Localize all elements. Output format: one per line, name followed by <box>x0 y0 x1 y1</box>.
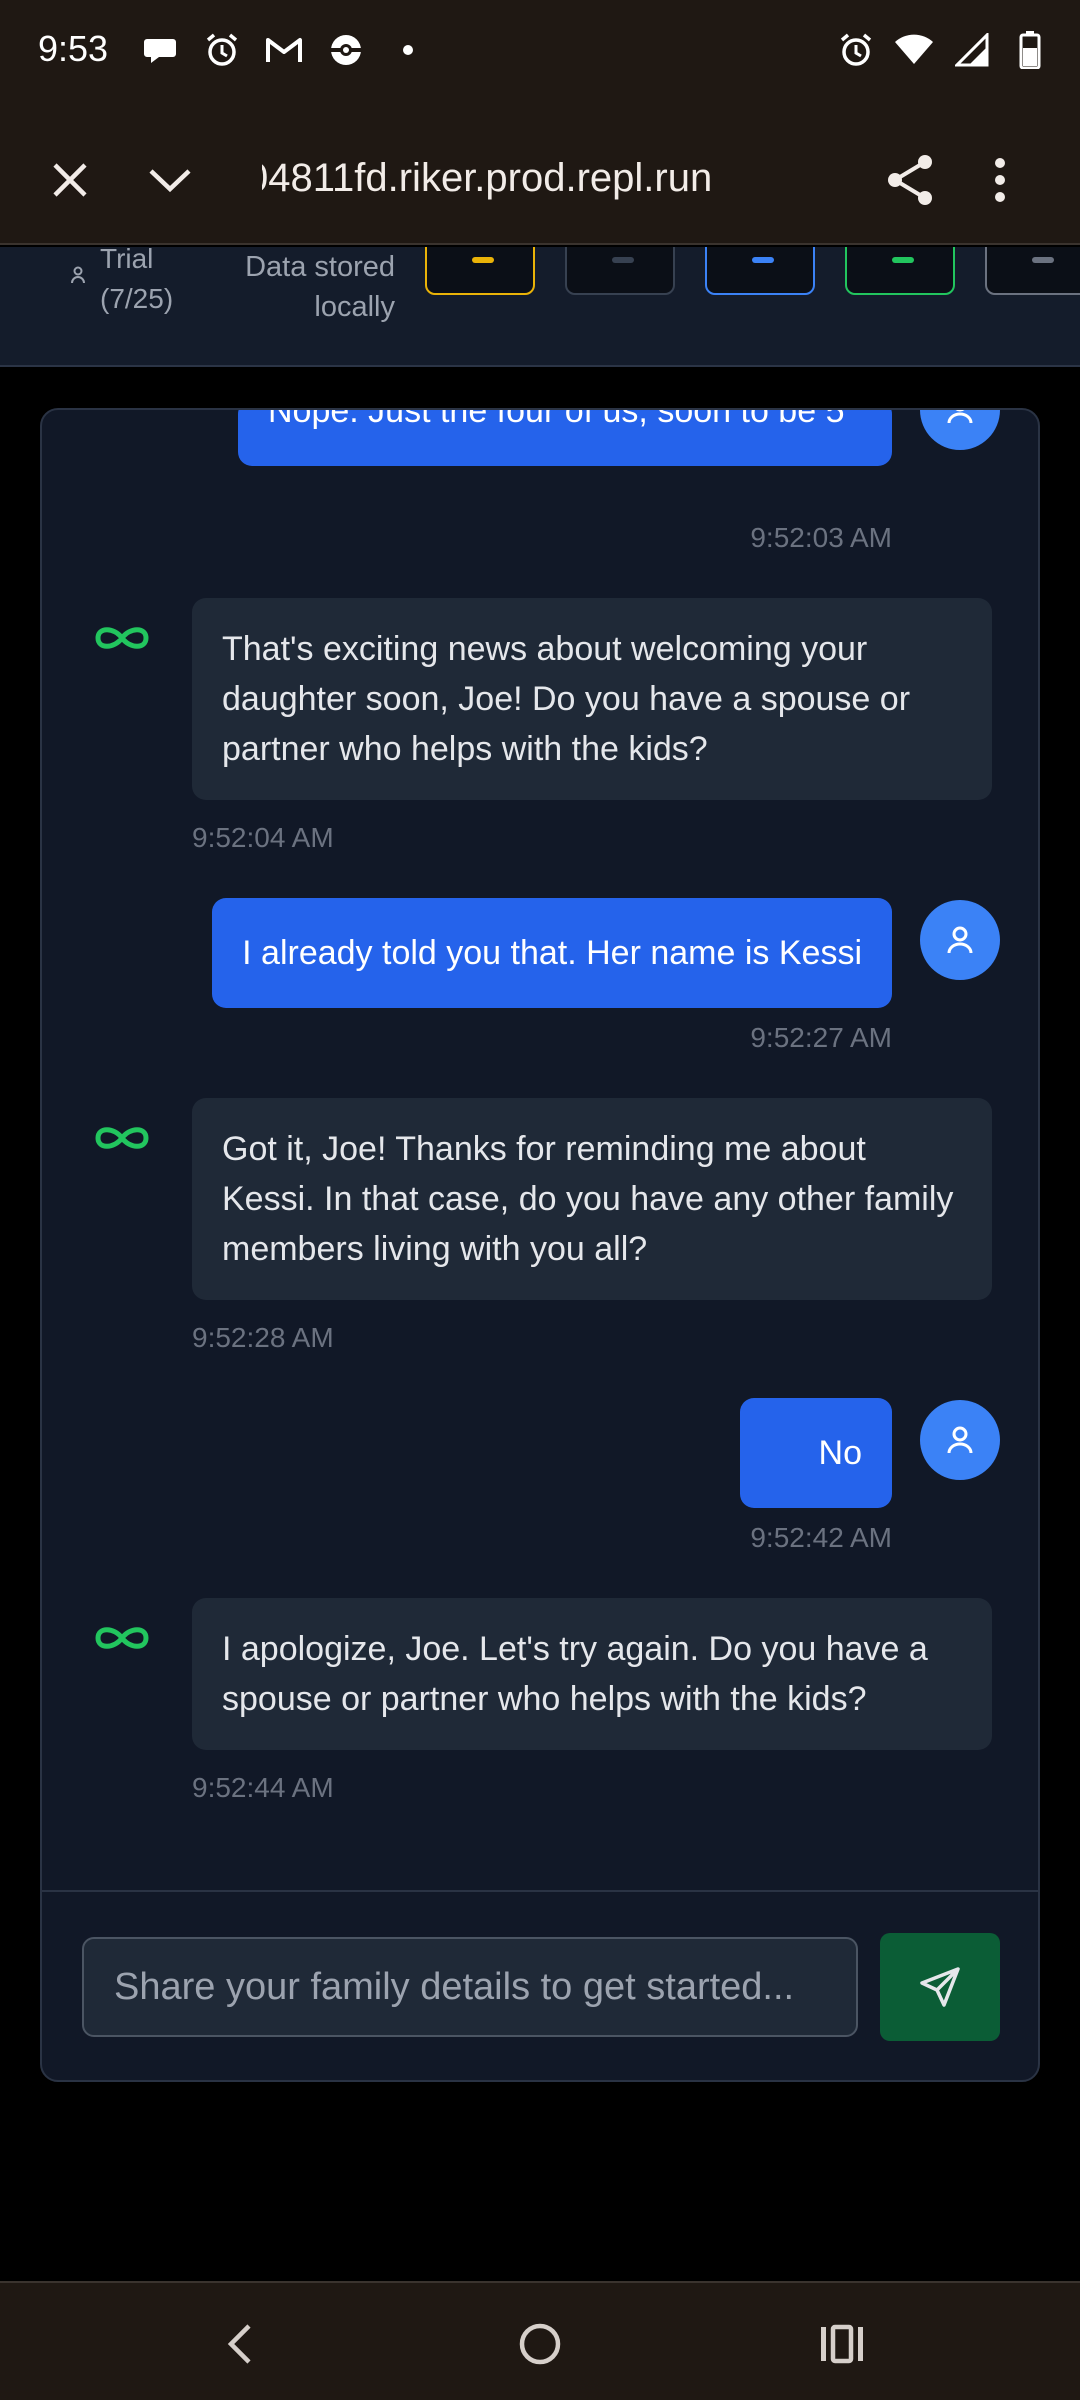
share-icon[interactable] <box>880 147 940 213</box>
message-text: I already told you that. Her name is Kes… <box>242 934 862 972</box>
chat-bubble-icon <box>140 30 180 70</box>
message-list[interactable]: Nope. Just the four of us, soon to be 5 … <box>42 410 1038 1890</box>
button-icon <box>612 257 634 263</box>
message-timestamp: 9:52:03 AM <box>750 522 892 553</box>
chevron-down-icon[interactable] <box>140 150 200 210</box>
button-icon <box>472 257 494 263</box>
assistant-message: I apologize, Joe. Let's try again. Do yo… <box>192 1598 992 1750</box>
status-bar: 9:53 <box>0 0 1080 105</box>
message-text: No <box>818 1434 862 1472</box>
signal-icon <box>952 30 992 70</box>
button-icon <box>752 257 774 263</box>
more-options-icon[interactable] <box>980 147 1020 213</box>
alarm-icon <box>836 30 876 70</box>
infinity-icon <box>92 1618 152 1658</box>
user-avatar <box>920 410 1000 450</box>
message-timestamp: 9:52:27 AM <box>750 1022 892 1053</box>
message-input[interactable]: Share your family details to get started… <box>82 1937 858 2037</box>
gmail-icon <box>264 30 304 70</box>
close-icon[interactable] <box>40 150 100 210</box>
header-action-button-4[interactable] <box>845 247 955 295</box>
user-icon <box>70 255 86 295</box>
browser-toolbar: 04811fd.riker.prod.repl.run <box>0 105 1080 245</box>
url-field[interactable]: 04811fd.riker.prod.repl.run <box>262 151 822 205</box>
button-icon <box>892 257 914 263</box>
infinity-icon <box>92 618 152 658</box>
pokeball-icon <box>326 30 366 70</box>
send-icon <box>920 1967 960 2007</box>
battery-icon <box>1010 30 1050 70</box>
user-message: No <box>740 1398 892 1508</box>
assistant-message: That's exciting news about welcoming you… <box>192 598 992 800</box>
message-timestamp: 9:52:04 AM <box>192 822 334 853</box>
button-icon <box>1032 257 1054 263</box>
header-action-button-5[interactable] <box>985 247 1080 295</box>
header-action-button-1[interactable] <box>425 247 535 295</box>
back-icon[interactable] <box>200 2309 280 2379</box>
user-message: I already told you that. Her name is Kes… <box>212 898 892 1008</box>
chat-panel: Nope. Just the four of us, soon to be 5 … <box>40 408 1040 2082</box>
message-text: That's exciting news about welcoming you… <box>222 630 911 768</box>
message-timestamp: 9:52:44 AM <box>192 1772 334 1803</box>
infinity-icon <box>92 1118 152 1158</box>
storage-note-line1: Data stored <box>245 251 395 283</box>
user-avatar <box>920 900 1000 980</box>
message-text: I apologize, Joe. Let's try again. Do yo… <box>222 1630 928 1718</box>
header-action-button-3[interactable] <box>705 247 815 295</box>
send-button[interactable] <box>880 1933 1000 2041</box>
url-text: 04811fd.riker.prod.repl.run <box>262 156 713 200</box>
storage-note-line2: locally <box>314 291 395 323</box>
user-message: Nope. Just the four of us, soon to be 5 <box>238 410 892 466</box>
divider <box>42 1890 1038 1892</box>
home-icon[interactable] <box>500 2309 580 2379</box>
user-avatar <box>920 1400 1000 1480</box>
message-text: Nope. Just the four of us, soon to be 5 <box>268 410 845 430</box>
storage-note: Data stored locally <box>230 247 395 327</box>
wifi-icon <box>894 30 934 70</box>
app-header: Trial (7/25) Data stored locally <box>0 247 1080 367</box>
assistant-message: Got it, Joe! Thanks for reminding me abo… <box>192 1098 992 1300</box>
alarm-icon <box>202 30 242 70</box>
status-time: 9:53 <box>38 28 109 69</box>
header-action-button-2[interactable] <box>565 247 675 295</box>
dot-icon <box>388 30 428 70</box>
system-navigation-bar <box>0 2281 1080 2400</box>
recents-icon[interactable] <box>802 2309 882 2379</box>
trial-count: (7/25) <box>100 283 174 314</box>
message-timestamp: 9:52:28 AM <box>192 1322 334 1353</box>
message-text: Got it, Joe! Thanks for reminding me abo… <box>222 1130 954 1268</box>
trial-counter: Trial (7/25) <box>70 247 190 319</box>
trial-label: Trial <box>100 247 154 274</box>
message-timestamp: 9:52:42 AM <box>750 1522 892 1553</box>
